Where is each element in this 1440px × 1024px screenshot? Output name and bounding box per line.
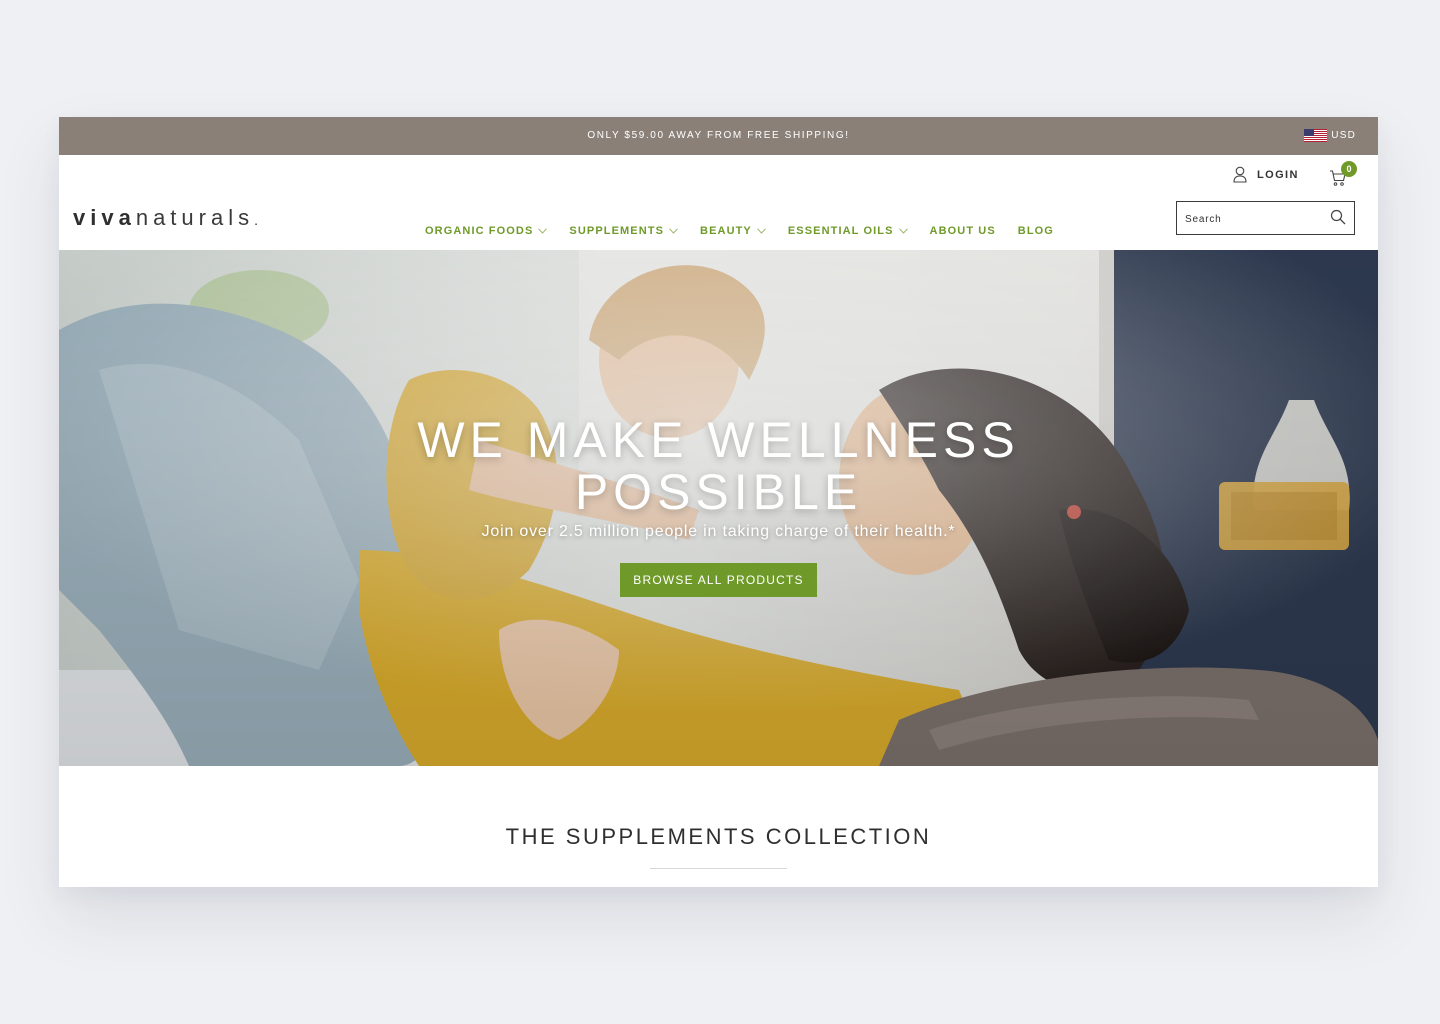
nav-item-essential-oils[interactable]: ESSENTIAL OILS (788, 225, 908, 237)
us-flag-icon (1304, 129, 1328, 142)
browser-page: ONLY $59.00 AWAY FROM FREE SHIPPING! USD… (59, 117, 1378, 887)
site-header: LOGIN 0 vivanaturals. ORGANIC FOODS SUPP… (59, 155, 1378, 250)
hero-heading-line2: POSSIBLE (574, 464, 863, 520)
nav-label: BLOG (1017, 225, 1054, 237)
currency-label: USD (1331, 130, 1356, 141)
heading-divider (650, 868, 787, 869)
main-nav: ORGANIC FOODS SUPPLEMENTS BEAUTY ESSENTI… (425, 225, 1076, 237)
chevron-down-icon (669, 228, 678, 234)
cart-count-badge: 0 (1341, 161, 1357, 177)
chevron-down-icon (538, 228, 548, 234)
nav-label: ABOUT US (929, 225, 996, 237)
chevron-down-icon (757, 228, 766, 234)
nav-label: ESSENTIAL OILS (787, 225, 894, 237)
search-input[interactable] (1185, 211, 1325, 227)
hero-heading: WE MAKE WELLNESS POSSIBLE (59, 414, 1378, 518)
nav-label: ORGANIC FOODS (425, 225, 534, 237)
search-icon[interactable] (1330, 209, 1346, 225)
nav-item-organic-foods[interactable]: ORGANIC FOODS (425, 225, 548, 237)
hero-subtitle: Join over 2.5 million people in taking c… (481, 523, 956, 540)
user-icon (1233, 166, 1247, 183)
nav-item-blog[interactable]: BLOG (1018, 225, 1054, 237)
cart-button[interactable]: 0 (1329, 161, 1359, 188)
hero-heading-line1: WE MAKE WELLNESS (417, 412, 1020, 468)
currency-selector[interactable]: USD (1304, 129, 1356, 142)
free-shipping-message: ONLY $59.00 AWAY FROM FREE SHIPPING! (587, 130, 850, 141)
logo-viva: viva (73, 205, 136, 230)
nav-label: SUPPLEMENTS (569, 225, 665, 237)
collection-heading: THE SUPPLEMENTS COLLECTION (505, 824, 932, 849)
announcement-bar: ONLY $59.00 AWAY FROM FREE SHIPPING! USD (59, 117, 1378, 155)
chevron-down-icon (898, 228, 908, 234)
logo-naturals: naturals (135, 205, 255, 230)
login-link[interactable]: LOGIN (1233, 166, 1299, 183)
login-label: LOGIN (1257, 168, 1299, 181)
site-logo[interactable]: vivanaturals. (73, 205, 258, 231)
nav-item-beauty[interactable]: BEAUTY (700, 225, 766, 237)
nav-label: BEAUTY (700, 225, 752, 237)
browse-all-products-button[interactable]: BROWSE ALL PRODUCTS (620, 563, 817, 597)
logo-dot: . (254, 212, 258, 228)
search-box (1176, 201, 1355, 235)
hero-banner: WE MAKE WELLNESS POSSIBLE Join over 2.5 … (59, 250, 1378, 766)
nav-item-about-us[interactable]: ABOUT US (930, 225, 996, 237)
nav-item-supplements[interactable]: SUPPLEMENTS (569, 225, 678, 237)
